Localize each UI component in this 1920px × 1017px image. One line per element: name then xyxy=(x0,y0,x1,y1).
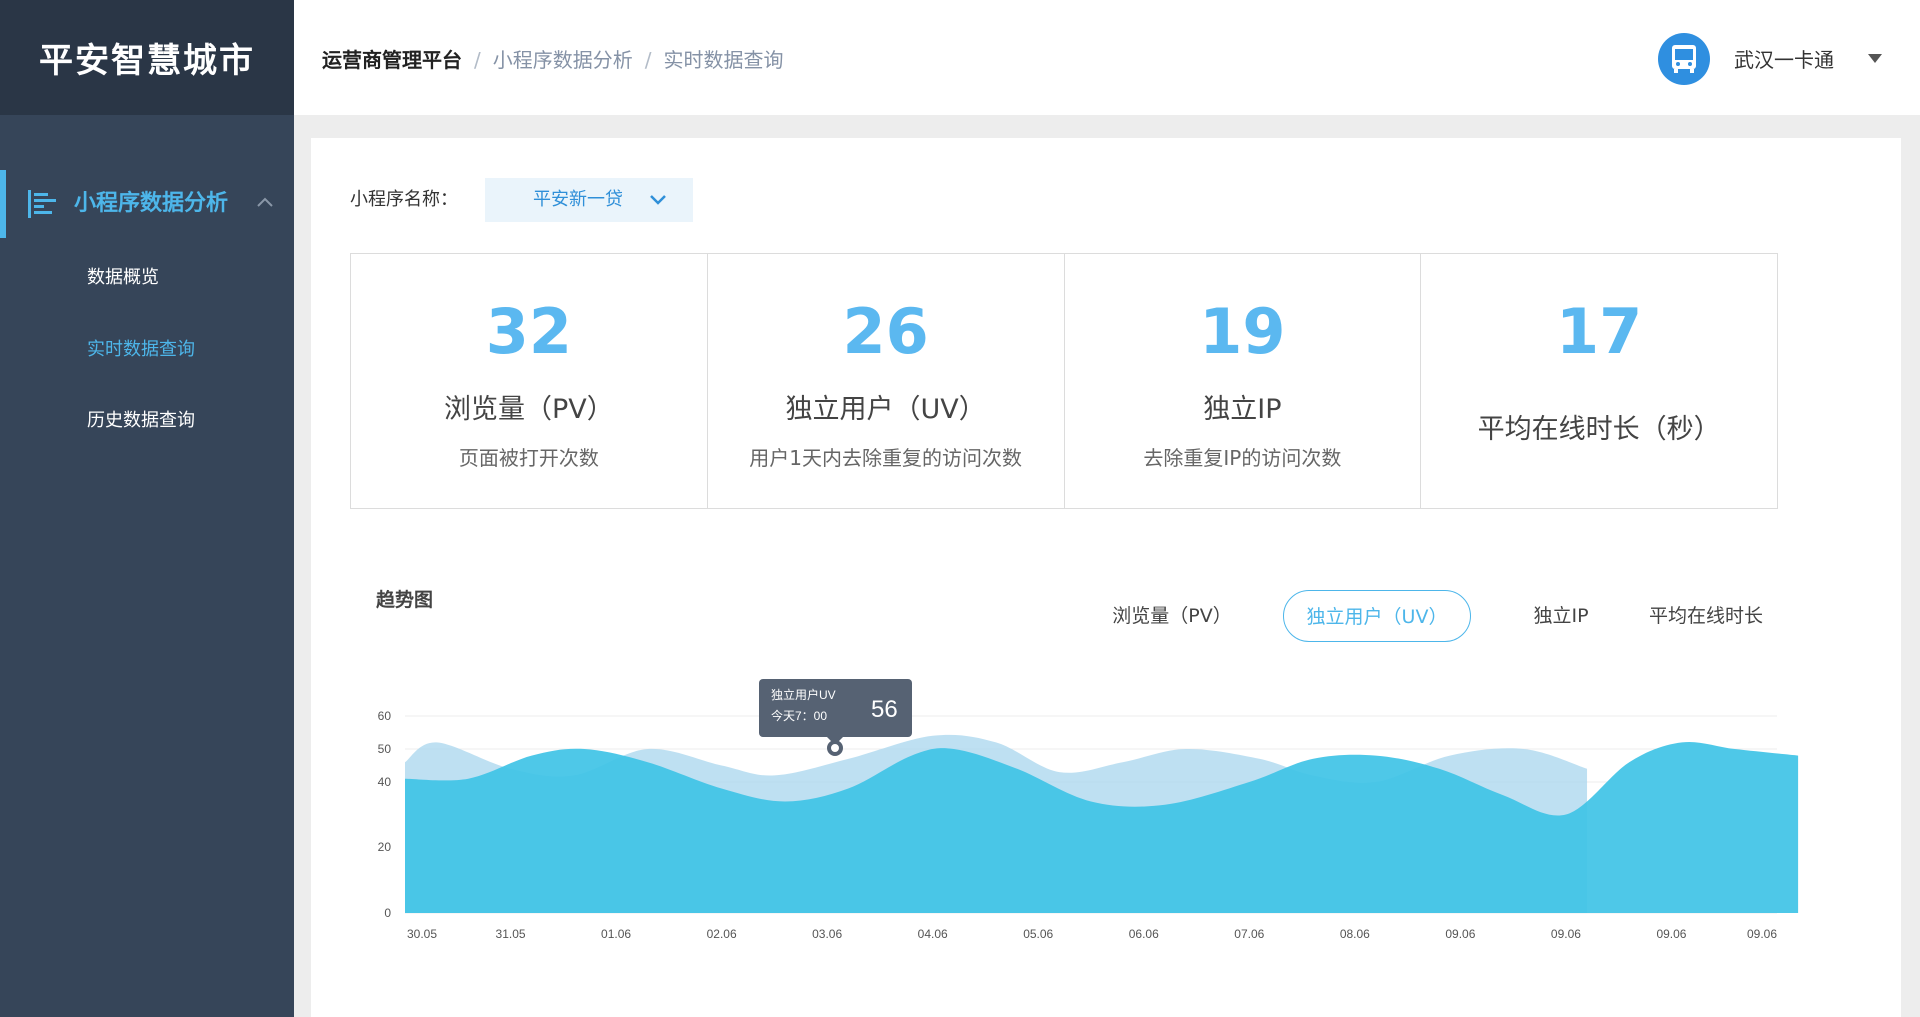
breadcrumb-item-platform[interactable]: 运营商管理平台 xyxy=(322,44,462,76)
x-tick-label: 04.06 xyxy=(918,927,948,941)
x-tick-label: 09.06 xyxy=(1747,927,1777,941)
top-header: 运营商管理平台 / 小程序数据分析 / 实时数据查询 武汉一卡通 xyxy=(294,0,1920,115)
trend-title: 趋势图 xyxy=(376,589,434,611)
sidebar-item-history[interactable]: 历史数据查询 xyxy=(87,406,195,436)
stat-value: 32 xyxy=(485,295,573,368)
stat-value: 19 xyxy=(1199,295,1286,368)
tab-uv[interactable]: 独立用户（UV） xyxy=(1283,590,1471,642)
main-card: 小程序名称： 平安新一贷 32 浏览量（PV） 页面被打开次数 26 独立用户（… xyxy=(311,138,1901,1017)
stat-value: 17 xyxy=(1555,295,1643,368)
sidebar-item-overview[interactable]: 数据概览 xyxy=(87,263,159,293)
y-tick-label: 20 xyxy=(378,840,392,854)
chart-tooltip: 独立用户UV 今天7：00 56 xyxy=(759,679,912,756)
x-tick-label: 09.06 xyxy=(1445,927,1475,941)
tooltip-point xyxy=(827,740,843,756)
breadcrumb-separator: / xyxy=(644,48,652,72)
tooltip-time: 今天7：00 xyxy=(771,708,827,723)
tooltip-series: 独立用户UV xyxy=(771,687,836,702)
y-tick-label: 50 xyxy=(378,742,392,756)
tooltip-value: 56 xyxy=(871,696,898,723)
stat-description: 页面被打开次数 xyxy=(458,446,599,470)
y-tick-label: 0 xyxy=(384,906,391,920)
stat-avg-duration: 17 平均在线时长（秒） xyxy=(1421,254,1777,508)
y-tick-label: 40 xyxy=(378,775,392,789)
breadcrumb: 运营商管理平台 / 小程序数据分析 / 实时数据查询 xyxy=(322,44,784,76)
stat-ip: 19 独立IP 去除重复IP的访问次数 xyxy=(1065,254,1422,508)
trend-chart: 0 20 40 50 60 30.05 31.05 01.06 02.06 03.06 04.06 0… xyxy=(378,679,1799,941)
tab-avg-duration[interactable]: 平均在线时长 xyxy=(1635,590,1777,642)
x-tick-label: 05.06 xyxy=(1023,927,1053,941)
x-tick-label: 06.06 xyxy=(1129,927,1159,941)
caret-down-icon[interactable] xyxy=(1868,54,1882,63)
stat-label: 平均在线时长（秒） xyxy=(1477,414,1721,445)
x-tick-label: 07.06 xyxy=(1234,927,1264,941)
stat-description: 用户1天内去除重复的访问次数 xyxy=(749,446,1022,470)
stat-label: 独立用户（UV） xyxy=(785,394,986,425)
chevron-up-icon[interactable] xyxy=(256,196,274,208)
x-tick-label: 02.06 xyxy=(707,927,737,941)
sidebar-item-realtime[interactable]: 实时数据查询 xyxy=(87,335,195,365)
stats-panel: 32 浏览量（PV） 页面被打开次数 26 独立用户（UV） 用户1天内去除重复… xyxy=(350,253,1778,509)
active-indicator xyxy=(0,170,6,238)
stat-uv: 26 独立用户（UV） 用户1天内去除重复的访问次数 xyxy=(708,254,1065,508)
tab-ip[interactable]: 独立IP xyxy=(1521,590,1601,642)
x-tick-label: 09.06 xyxy=(1551,927,1581,941)
sidebar-group-miniprogram-analytics[interactable]: 小程序数据分析 xyxy=(0,170,294,238)
tab-pv[interactable]: 浏览量（PV） xyxy=(1108,590,1236,642)
x-tick-label: 03.06 xyxy=(812,927,842,941)
miniprogram-select-label: 小程序名称： xyxy=(350,189,458,210)
stat-pv: 32 浏览量（PV） 页面被打开次数 xyxy=(351,254,708,508)
y-tick-label: 60 xyxy=(378,709,392,723)
x-tick-label: 30.05 xyxy=(407,927,437,941)
avatar[interactable] xyxy=(1658,33,1710,85)
bus-icon xyxy=(1672,45,1696,73)
breadcrumb-separator: / xyxy=(474,48,481,72)
x-tick-label: 31.05 xyxy=(496,927,526,941)
stat-description: 去除重复IP的访问次数 xyxy=(1143,446,1342,470)
x-tick-label: 08.06 xyxy=(1340,927,1370,941)
breadcrumb-item-realtime: 实时数据查询 xyxy=(663,48,784,72)
bar-chart-icon xyxy=(28,190,56,218)
stat-label: 独立IP xyxy=(1203,394,1282,425)
user-name[interactable]: 武汉一卡通 xyxy=(1734,45,1834,75)
breadcrumb-item-analytics[interactable]: 小程序数据分析 xyxy=(493,44,633,76)
stat-value: 26 xyxy=(842,295,929,368)
sidebar-group-label: 小程序数据分析 xyxy=(74,191,229,216)
miniprogram-select-value: 平安新一贷 xyxy=(533,189,623,210)
x-tick-label: 09.06 xyxy=(1656,927,1686,941)
stat-label: 浏览量（PV） xyxy=(443,394,614,425)
sidebar: 平安智慧城市 小程序数据分析 数据概览 实时数据查询 历史数据查询 xyxy=(0,0,294,1017)
x-tick-label: 01.06 xyxy=(601,927,631,941)
app-logo: 平安智慧城市 xyxy=(0,0,294,115)
chevron-down-icon xyxy=(650,195,666,205)
miniprogram-select[interactable]: 平安新一贷 xyxy=(485,178,693,222)
